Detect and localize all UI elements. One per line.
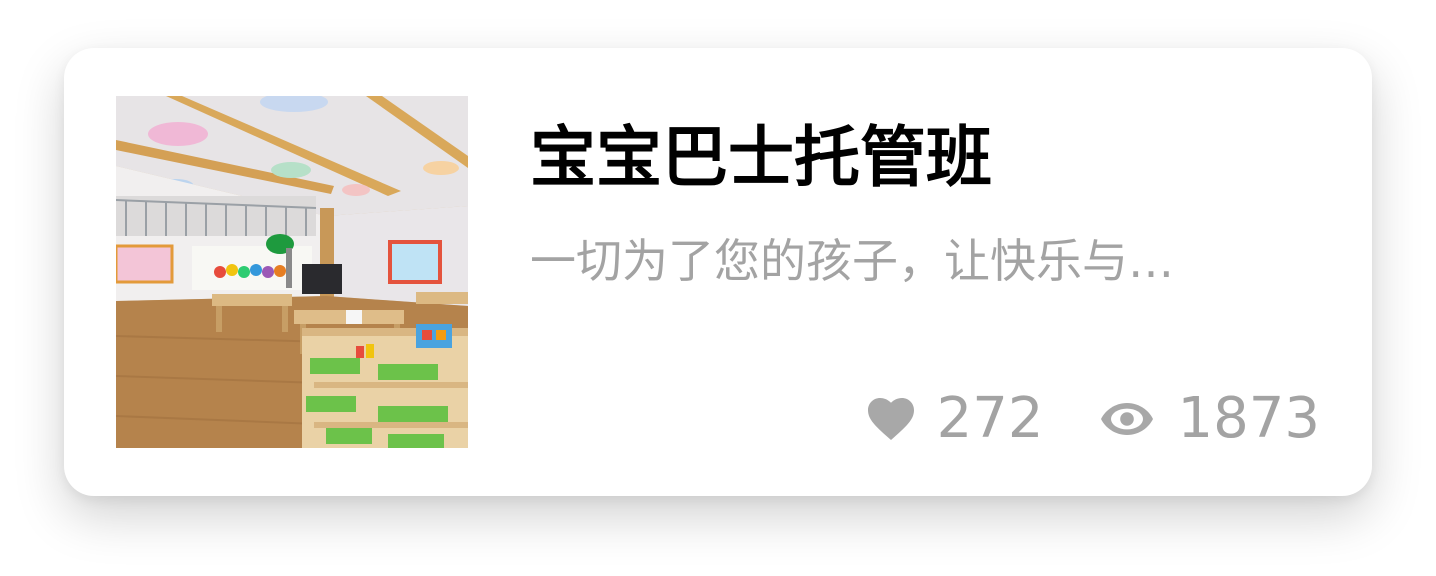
likes-stat[interactable]: 272	[867, 384, 1044, 454]
page-background: 宝宝巴士托管班 一切为了您的孩子，让快乐与… 272 1873	[0, 0, 1436, 576]
heart-icon	[867, 397, 915, 441]
likes-count: 272	[936, 386, 1044, 451]
classroom-photo-illustration	[116, 96, 468, 448]
card-stats: 272 1873	[867, 384, 1320, 454]
views-count: 1873	[1177, 386, 1320, 451]
kindergarten-card[interactable]: 宝宝巴士托管班 一切为了您的孩子，让快乐与… 272 1873	[64, 48, 1372, 496]
card-description: 一切为了您的孩子，让快乐与…	[530, 234, 1174, 288]
views-stat[interactable]: 1873	[1099, 384, 1320, 454]
eye-icon	[1099, 401, 1155, 437]
classroom-thumbnail[interactable]	[116, 96, 468, 448]
card-title: 宝宝巴士托管班	[530, 119, 992, 196]
